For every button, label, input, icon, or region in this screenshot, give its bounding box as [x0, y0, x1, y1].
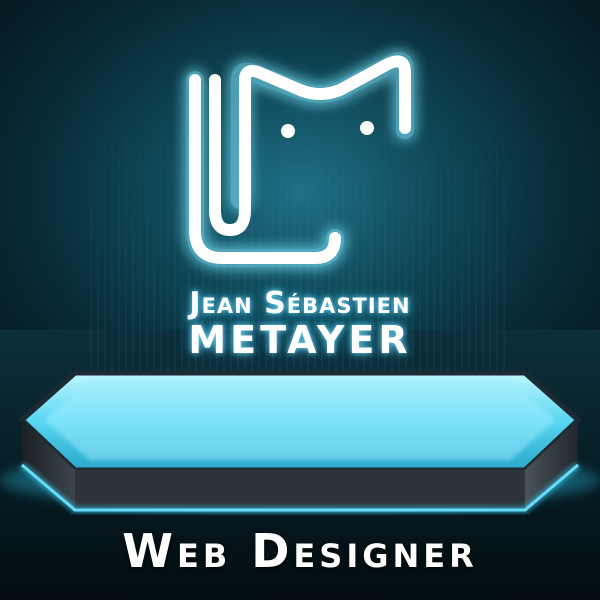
- cat-logo-icon: [186, 52, 414, 267]
- job-title: Web Designer: [122, 524, 478, 578]
- last-name: METAYER: [188, 318, 412, 362]
- hero-banner: Jean Sébastien METAYER Web Designer: [0, 0, 600, 600]
- first-name: Jean Sébastien: [189, 286, 411, 321]
